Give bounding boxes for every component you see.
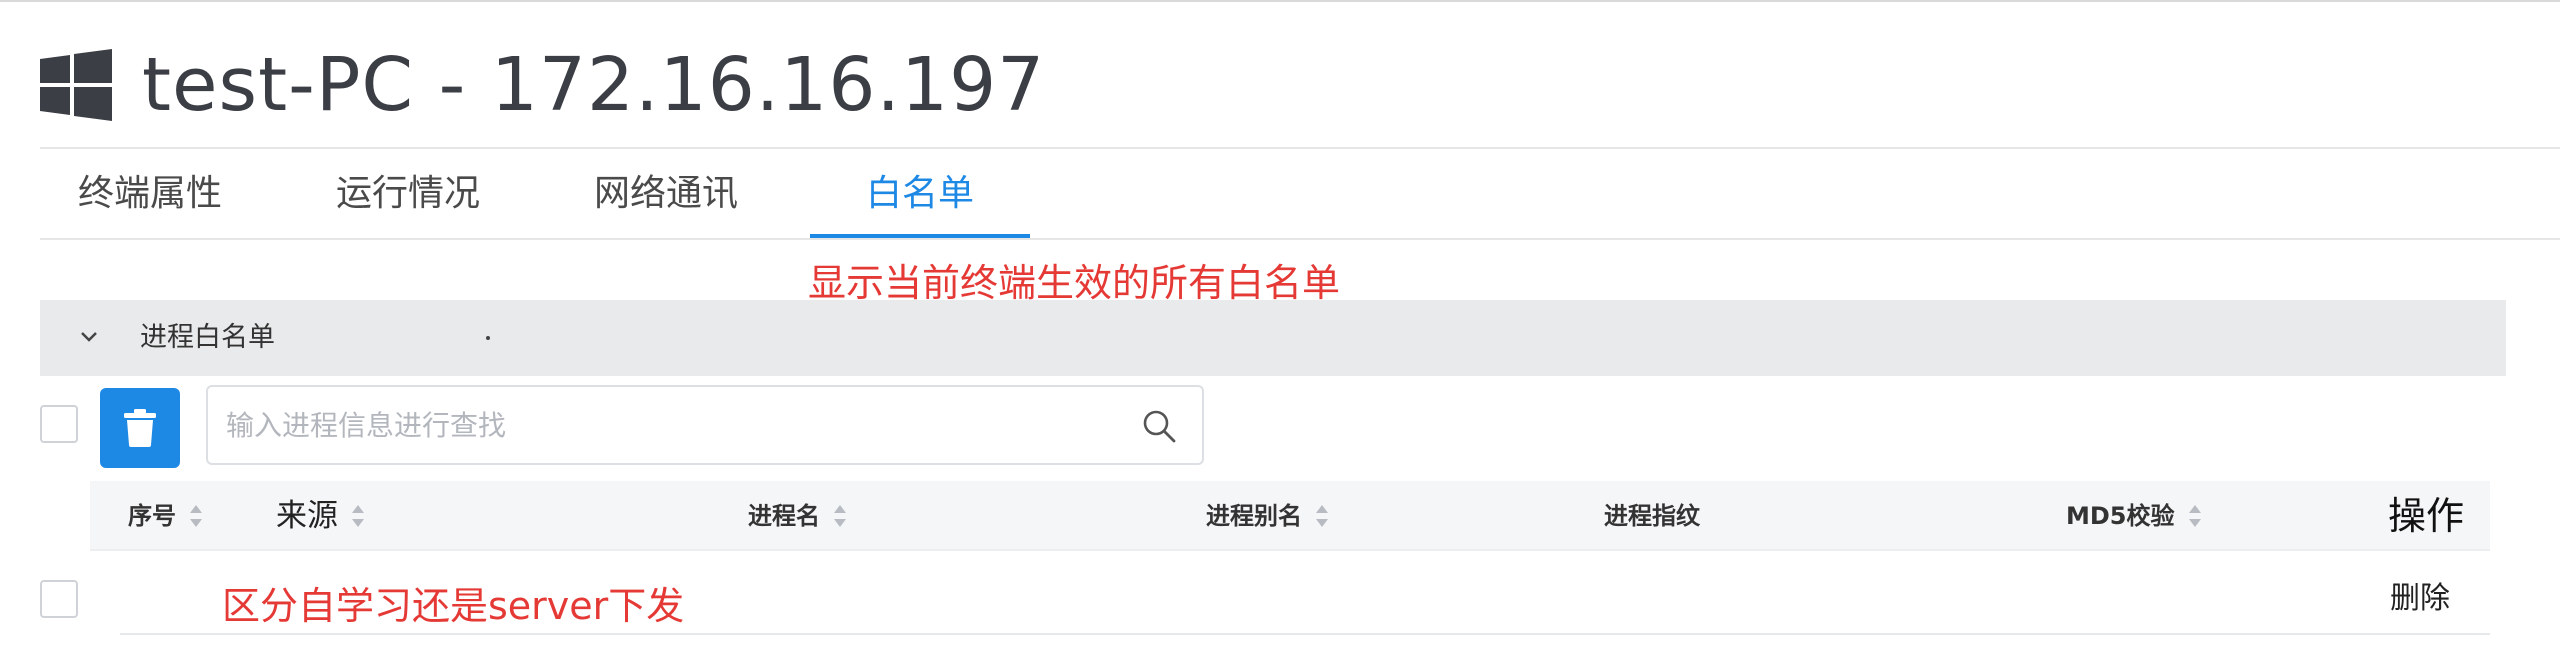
column-source[interactable]: 来源: [276, 481, 366, 551]
column-process-name-label: 进程名: [748, 502, 820, 530]
column-md5-label: MD5校验: [2066, 502, 2175, 530]
column-process-fingerprint-label: 进程指纹: [1604, 502, 1700, 530]
column-ops-label: 操作: [2388, 494, 2465, 538]
tab-bar: 终端属性 运行情况 网络通讯 白名单: [40, 150, 2560, 238]
sort-icon[interactable]: [1314, 503, 1330, 529]
windows-logo-icon: [40, 49, 112, 121]
annotation-whitelist-note: 显示当前终端生效的所有白名单: [808, 261, 1341, 305]
sort-icon[interactable]: [188, 503, 204, 529]
search-input[interactable]: [226, 387, 1126, 463]
sort-icon[interactable]: [2187, 503, 2203, 529]
table-header: 序号 来源 进程名 进程别名 进程指纹 MD5校验 操作: [90, 481, 2490, 551]
page-header: test-PC - 172.16.16.197: [40, 40, 1045, 130]
sort-icon[interactable]: [832, 503, 848, 529]
column-source-label: 来源: [276, 498, 338, 534]
chevron-down-icon[interactable]: [78, 326, 100, 348]
row-delete-link[interactable]: 删除: [2390, 573, 2450, 617]
tab-whitelist-label: 白名单: [865, 173, 974, 214]
process-whitelist-section-header[interactable]: 进程白名单: [40, 300, 2506, 376]
row-checkbox[interactable]: [40, 580, 78, 618]
column-seq[interactable]: 序号: [128, 481, 204, 551]
tabs-divider: [40, 238, 2560, 240]
sort-icon[interactable]: [350, 503, 366, 529]
section-dot: [486, 336, 490, 340]
column-process-alias[interactable]: 进程别名: [1206, 481, 1330, 551]
column-process-fingerprint: 进程指纹: [1604, 481, 1712, 551]
batch-delete-button[interactable]: [100, 388, 180, 468]
column-md5[interactable]: MD5校验: [2066, 481, 2203, 551]
process-search-box[interactable]: [206, 385, 1204, 465]
column-process-name[interactable]: 进程名: [748, 481, 848, 551]
tab-network-communication[interactable]: 网络通讯: [556, 150, 776, 238]
search-icon[interactable]: [1140, 407, 1178, 445]
trash-icon: [124, 409, 156, 447]
annotation-source-note: 区分自学习还是server下发: [222, 584, 685, 628]
section-title: 进程白名单: [140, 322, 275, 353]
column-process-alias-label: 进程别名: [1206, 502, 1302, 530]
tab-running-status[interactable]: 运行情况: [298, 150, 518, 238]
column-ops: 操作: [2388, 481, 2464, 551]
header-divider: [40, 147, 2560, 149]
tab-terminal-properties[interactable]: 终端属性: [40, 150, 260, 238]
page-title: test-PC - 172.16.16.197: [142, 42, 1046, 128]
top-divider: [0, 0, 2560, 2]
select-all-checkbox[interactable]: [40, 405, 78, 443]
column-seq-label: 序号: [128, 502, 176, 530]
tab-whitelist[interactable]: 白名单: [810, 150, 1030, 238]
